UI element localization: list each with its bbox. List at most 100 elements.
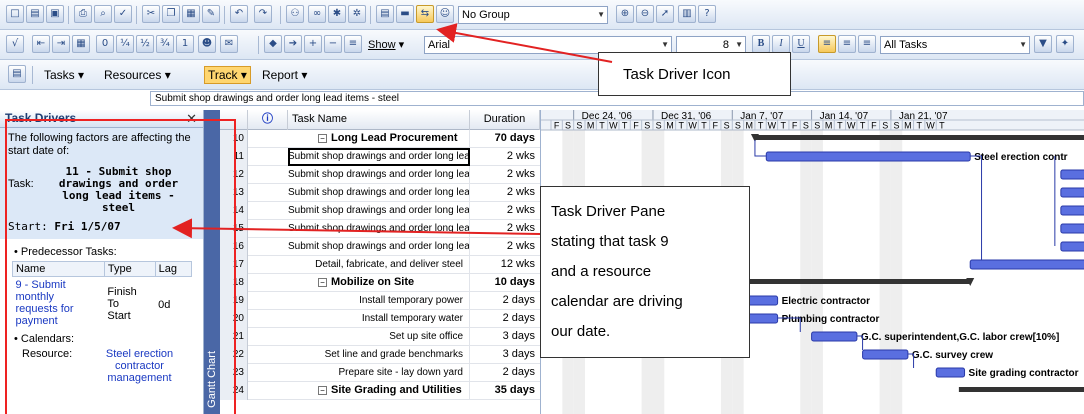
row-id[interactable]: 16 bbox=[220, 238, 248, 256]
duration-cell[interactable]: 2 wks bbox=[470, 184, 540, 202]
table-row[interactable]: 22 Set line and grade benchmarks 3 days bbox=[220, 346, 540, 364]
unlink-tasks-icon[interactable]: ✱ bbox=[328, 5, 346, 23]
collapse-icon[interactable]: − bbox=[318, 386, 327, 395]
autofilter-icon[interactable]: ▼ bbox=[1034, 35, 1052, 53]
percent-75-icon[interactable]: ¾ bbox=[156, 35, 174, 53]
table-row[interactable]: 23 Prepare site - lay down yard 2 days bbox=[220, 364, 540, 382]
table-row[interactable]: 17 Detail, fabricate, and deliver steel 12… bbox=[220, 256, 540, 274]
duration-cell[interactable]: 12 wks bbox=[470, 256, 540, 274]
split-task-icon[interactable]: ✲ bbox=[348, 5, 366, 23]
table-row[interactable]: 18 − Mobilize on Site 10 days bbox=[220, 274, 540, 292]
task-name-cell[interactable]: Install temporary water bbox=[288, 310, 470, 328]
task-name-cell[interactable]: Submit shop drawings and order long lead… bbox=[288, 220, 470, 238]
redo-icon[interactable]: ↷ bbox=[254, 5, 272, 23]
duration-cell[interactable]: 10 days bbox=[470, 274, 540, 292]
close-icon[interactable]: ✕ bbox=[186, 111, 197, 127]
help-icon[interactable]: ? bbox=[698, 5, 716, 23]
resource-calendar-link[interactable]: Steel erection contractor management bbox=[84, 348, 195, 384]
view-bar[interactable]: Gantt Chart bbox=[204, 110, 220, 414]
duration-cell[interactable]: 2 wks bbox=[470, 202, 540, 220]
task-name-cell[interactable]: Detail, fabricate, and deliver steel bbox=[288, 256, 470, 274]
indicators-header[interactable]: ⓘ bbox=[248, 110, 288, 130]
new-icon[interactable]: □ bbox=[6, 5, 24, 23]
table-row[interactable]: 12 Submit shop drawings and order long le… bbox=[220, 166, 540, 184]
format-painter-icon[interactable]: ✎ bbox=[202, 5, 220, 23]
align-center-icon[interactable]: ≡ bbox=[838, 35, 856, 53]
remove-icon[interactable]: − bbox=[324, 35, 342, 53]
italic-button[interactable]: I bbox=[772, 35, 790, 53]
row-id[interactable]: 24 bbox=[220, 382, 248, 400]
row-id[interactable]: 23 bbox=[220, 364, 248, 382]
assign-resources-icon[interactable]: ☻ bbox=[198, 35, 216, 53]
gantt-wizard-icon[interactable]: ✦ bbox=[1056, 35, 1074, 53]
percent-100-icon[interactable]: 1 bbox=[176, 35, 194, 53]
task-name-cell[interactable]: Submit shop drawings and order long lead… bbox=[288, 166, 470, 184]
resources-menu[interactable]: Resources ▾ bbox=[104, 67, 171, 83]
spelling-icon[interactable]: ✓ bbox=[114, 5, 132, 23]
print-icon[interactable]: ⎙ bbox=[74, 5, 92, 23]
duration-cell[interactable]: 3 days bbox=[470, 346, 540, 364]
update-tasks-icon[interactable]: ▦ bbox=[72, 35, 90, 53]
row-id[interactable]: 17 bbox=[220, 256, 248, 274]
table-row[interactable]: 20 Install temporary water 2 days bbox=[220, 310, 540, 328]
collapse-icon[interactable]: − bbox=[318, 278, 327, 287]
undo-icon[interactable]: ↶ bbox=[230, 5, 248, 23]
scroll-to-task-icon[interactable]: ➚ bbox=[656, 5, 674, 23]
duration-cell[interactable]: 2 days bbox=[470, 292, 540, 310]
percent-0-icon[interactable]: 0 bbox=[96, 35, 114, 53]
table-row[interactable]: 13 Submit shop drawings and order long le… bbox=[220, 184, 540, 202]
report-menu[interactable]: Report ▾ bbox=[262, 67, 307, 83]
indent-icon[interactable]: ⇥ bbox=[52, 35, 70, 53]
align-right-icon[interactable]: ≡ bbox=[858, 35, 876, 53]
move-right-icon[interactable]: ➔ bbox=[284, 35, 302, 53]
outline-icon[interactable]: ≡ bbox=[344, 35, 362, 53]
show-button[interactable]: Show ▾ bbox=[368, 37, 404, 53]
table-row[interactable]: 10 − Long Lead Procurement 70 days bbox=[220, 130, 540, 148]
copy-icon[interactable]: ❐ bbox=[162, 5, 180, 23]
print-preview-icon[interactable]: ⌕ bbox=[94, 5, 112, 23]
task-name-cell[interactable]: − Site Grading and Utilities bbox=[288, 382, 470, 400]
track-menu[interactable]: Track ▾ bbox=[204, 66, 251, 84]
link-tasks-icon[interactable]: ∞ bbox=[308, 5, 326, 23]
predecessor-link[interactable]: 9 - Submit monthly requests for payment bbox=[13, 277, 105, 330]
publish-icon[interactable]: ✉ bbox=[220, 35, 238, 53]
duration-cell[interactable]: 70 days bbox=[470, 130, 540, 148]
filter-combo[interactable]: All Tasks ▼ bbox=[880, 36, 1030, 54]
row-id[interactable]: 15 bbox=[220, 220, 248, 238]
row-id[interactable]: 10 bbox=[220, 130, 248, 148]
align-left-icon[interactable]: ≡ bbox=[818, 35, 836, 53]
row-id[interactable]: 12 bbox=[220, 166, 248, 184]
task-name-cell[interactable]: Prepare site - lay down yard bbox=[288, 364, 470, 382]
task-name-header[interactable]: Task Name bbox=[288, 110, 470, 130]
task-name-cell[interactable]: Submit shop drawings and order long lead… bbox=[288, 148, 470, 166]
table-row[interactable]: 14 Submit shop drawings and order long le… bbox=[220, 202, 540, 220]
row-id[interactable]: 18 bbox=[220, 274, 248, 292]
task-name-cell[interactable]: − Mobilize on Site bbox=[288, 274, 470, 292]
copy-picture-icon[interactable]: ▥ bbox=[678, 5, 696, 23]
percent-25-icon[interactable]: ¼ bbox=[116, 35, 134, 53]
row-id[interactable]: 14 bbox=[220, 202, 248, 220]
row-id[interactable]: 22 bbox=[220, 346, 248, 364]
table-row[interactable]: 15 Submit shop drawings and order long le… bbox=[220, 220, 540, 238]
open-icon[interactable]: ▤ bbox=[26, 5, 44, 23]
task-notes-icon[interactable]: ▬ bbox=[396, 5, 414, 23]
duration-cell[interactable]: 2 wks bbox=[470, 220, 540, 238]
duration-cell[interactable]: 3 days bbox=[470, 328, 540, 346]
zoom-in-icon[interactable]: ⊕ bbox=[616, 5, 634, 23]
table-row[interactable]: 16 Submit shop drawings and order long le… bbox=[220, 238, 540, 256]
cut-icon[interactable]: ✂ bbox=[142, 5, 160, 23]
add-icon[interactable]: + bbox=[304, 35, 322, 53]
table-row[interactable]: 11 Submit shop drawings and order long le… bbox=[220, 148, 540, 166]
task-driver-icon[interactable]: ⇆ bbox=[416, 5, 434, 23]
row-id[interactable]: 21 bbox=[220, 328, 248, 346]
hyperlink-icon[interactable]: ⚇ bbox=[286, 5, 304, 23]
duration-cell[interactable]: 2 wks bbox=[470, 148, 540, 166]
row-id[interactable]: 20 bbox=[220, 310, 248, 328]
save-icon[interactable]: ▣ bbox=[46, 5, 64, 23]
row-id-header[interactable] bbox=[220, 110, 248, 130]
bold-button[interactable]: B bbox=[752, 35, 770, 53]
row-id[interactable]: 13 bbox=[220, 184, 248, 202]
tasks-menu[interactable]: Tasks ▾ bbox=[44, 67, 84, 83]
table-row[interactable]: 21 Set up site office 3 days bbox=[220, 328, 540, 346]
task-name-cell[interactable]: Set line and grade benchmarks bbox=[288, 346, 470, 364]
